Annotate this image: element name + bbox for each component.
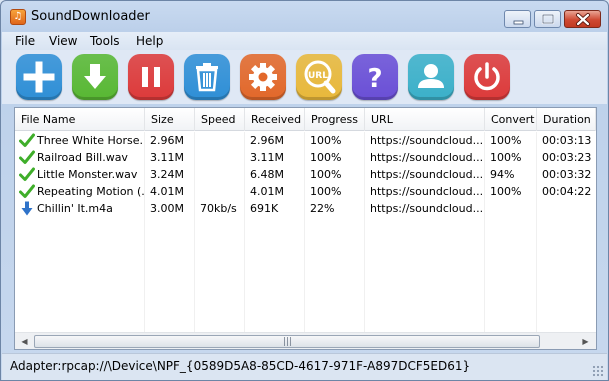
cell-url: https://soundcloud....: [370, 185, 484, 198]
scrollbar-grip-icon: |||: [283, 337, 293, 347]
cell-duration: [536, 200, 596, 217]
account-button[interactable]: [408, 54, 454, 100]
menu-view[interactable]: View: [49, 34, 77, 48]
menu-file[interactable]: File: [15, 34, 35, 48]
cell-duration: 00:03:32: [542, 168, 592, 181]
cell-url: https://soundcloud....: [370, 151, 484, 164]
svg-text:URL: URL: [308, 71, 328, 81]
app-window: ♫ SoundDownloader File View Tools Help U…: [0, 0, 609, 381]
menu-help[interactable]: Help: [136, 34, 163, 48]
scroll-right-arrow-icon[interactable]: ▶: [577, 334, 594, 349]
cell-received: 3.11M: [250, 151, 284, 164]
cell-progress: 100%: [310, 134, 342, 147]
cell-duration: 00:04:22: [542, 185, 592, 198]
cell-file-name: Three White Horse...: [37, 134, 144, 147]
adapter-status-text: Adapter:rpcap://\Device\NPF_{0589D5A8-85…: [10, 359, 471, 373]
svg-text:?: ?: [367, 64, 382, 94]
cell-speed: 70kb/s: [200, 202, 237, 215]
cell-progress: 100%: [310, 185, 342, 198]
table-row[interactable]: Chillin' It.m4a 3.00M 70kb/s 691K 22% ht…: [15, 200, 596, 217]
download-list[interactable]: File Name Size Speed Received Progress U…: [14, 107, 597, 350]
url-search-icon: URL: [304, 60, 336, 94]
cell-progress: 22%: [310, 202, 335, 215]
cell-speed: [194, 149, 244, 166]
status-bar: Adapter:rpcap://\Device\NPF_{0589D5A8-85…: [2, 353, 607, 380]
cell-speed: [194, 166, 244, 183]
minimize-button[interactable]: [504, 10, 531, 28]
column-header-size[interactable]: Size: [145, 108, 195, 131]
cell-size: 4.01M: [150, 185, 184, 198]
minimize-icon: [513, 20, 524, 25]
settings-button[interactable]: [240, 54, 286, 100]
add-button[interactable]: [16, 54, 62, 100]
cell-convert: 94%: [490, 168, 515, 181]
scroll-left-arrow-icon[interactable]: ◀: [16, 334, 33, 349]
column-header-duration[interactable]: Duration: [537, 108, 596, 131]
pause-button[interactable]: [128, 54, 174, 100]
column-header-convert[interactable]: Convert: [485, 108, 537, 131]
cell-duration: 00:03:23: [542, 151, 592, 164]
help-button[interactable]: ?: [352, 54, 398, 100]
cell-duration: 00:03:13: [542, 134, 592, 147]
title-bar[interactable]: ♫ SoundDownloader: [1, 1, 608, 31]
download-arrow-icon: [84, 64, 106, 89]
cell-size: 3.24M: [150, 168, 184, 181]
cell-convert: 100%: [490, 151, 522, 164]
cell-convert: 100%: [490, 185, 522, 198]
cell-file-name: Little Monster.wav: [37, 168, 138, 181]
column-header-received[interactable]: Received: [245, 108, 305, 131]
download-button[interactable]: [72, 54, 118, 100]
close-button[interactable]: [564, 10, 601, 28]
toolbar: URL ?: [2, 50, 607, 104]
cell-file-name: Railroad Bill.wav: [37, 151, 128, 164]
close-icon: [576, 13, 590, 26]
table-row[interactable]: Repeating Motion (... 4.01M 4.01M 100% h…: [15, 183, 596, 200]
horizontal-scrollbar[interactable]: ◀ ||| ▶: [15, 332, 596, 349]
gear-icon: [249, 63, 277, 91]
cell-size: 3.11M: [150, 151, 184, 164]
table-row[interactable]: Three White Horse... 2.96M 2.96M 100% ht…: [15, 132, 596, 149]
power-icon: [474, 62, 500, 91]
cell-received: 2.96M: [250, 134, 284, 147]
list-header: File Name Size Speed Received Progress U…: [15, 108, 596, 131]
cell-url: https://soundcloud....: [370, 134, 484, 147]
cell-size: 3.00M: [150, 202, 184, 215]
cell-progress: 100%: [310, 168, 342, 181]
table-row[interactable]: Little Monster.wav 3.24M 6.48M 100% http…: [15, 166, 596, 183]
cell-url: https://soundcloud....: [370, 168, 484, 181]
trash-icon: [196, 63, 218, 92]
cell-convert: [484, 200, 536, 217]
cell-size: 2.96M: [150, 134, 184, 147]
cell-progress: 100%: [310, 151, 342, 164]
question-icon: ?: [367, 64, 382, 94]
url-button[interactable]: URL: [296, 54, 342, 100]
exit-button[interactable]: [464, 54, 510, 100]
user-icon: [418, 64, 444, 88]
scrollbar-thumb[interactable]: |||: [34, 335, 540, 348]
app-logo-icon: ♫: [10, 9, 26, 25]
pause-icon: [142, 67, 160, 87]
window-title: SoundDownloader: [31, 9, 150, 24]
cell-url: https://soundcloud....: [370, 202, 484, 215]
column-header-url[interactable]: URL: [365, 108, 485, 131]
column-header-file-name[interactable]: File Name: [15, 108, 145, 131]
resize-grip-icon[interactable]: [592, 365, 604, 377]
maximize-button[interactable]: [534, 10, 561, 28]
menu-tools[interactable]: Tools: [90, 34, 120, 48]
cell-convert: 100%: [490, 134, 522, 147]
maximize-icon: [541, 13, 555, 25]
cell-file-name: Repeating Motion (...: [37, 185, 144, 198]
delete-button[interactable]: [184, 54, 230, 100]
cell-speed: [194, 183, 244, 200]
column-header-speed[interactable]: Speed: [195, 108, 245, 131]
cell-received: 4.01M: [250, 185, 284, 198]
column-header-progress[interactable]: Progress: [305, 108, 365, 131]
cell-received: 6.48M: [250, 168, 284, 181]
plus-icon: [23, 61, 55, 93]
menu-bar: File View Tools Help: [2, 32, 607, 50]
cell-received: 691K: [250, 202, 279, 215]
cell-speed: [194, 132, 244, 149]
cell-file-name: Chillin' It.m4a: [37, 202, 113, 215]
table-row[interactable]: Railroad Bill.wav 3.11M 3.11M 100% https…: [15, 149, 596, 166]
